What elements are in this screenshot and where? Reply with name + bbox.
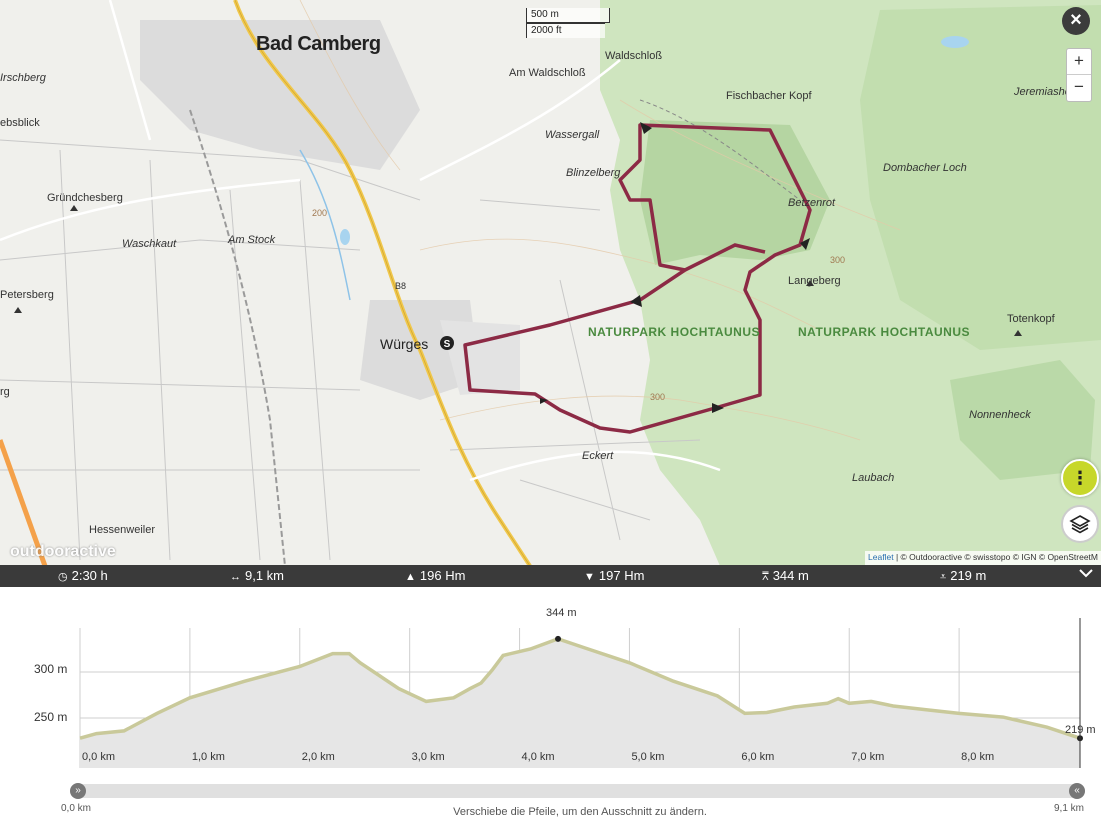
map-label: Dombacher Loch (883, 162, 967, 174)
stat-distance-value: 9,1 km (245, 568, 285, 583)
map-label: Fischbacher Kopf (726, 90, 812, 102)
stat-ascent-value: 196 Hm (419, 568, 466, 583)
map-label: Eckert (582, 450, 614, 462)
layers-icon (1069, 515, 1091, 534)
highest-point-icon: ⩞ (762, 571, 769, 583)
layers-button[interactable] (1061, 505, 1099, 543)
range-slider[interactable]: » « (70, 783, 1085, 799)
map-label: Waschkaut (122, 238, 177, 250)
clock-icon: ◷ (58, 571, 68, 583)
stat-lowest-value: 219 m (950, 568, 987, 583)
stat-ascent: ▲ 196 Hm (405, 568, 465, 583)
x-tick-label: 4,0 km (521, 751, 555, 763)
attribution-text: | © Outdooractive © swisstopo © IGN © Op… (893, 552, 1098, 562)
distance-icon: ↔ (230, 571, 241, 583)
map-label: Nonnenheck (969, 409, 1031, 421)
map-label: Petersberg (0, 289, 54, 301)
map-tiles: S (0, 0, 1101, 566)
map-label: Totenkopf (1007, 313, 1055, 325)
stat-lowest: ⩡ 219 m (940, 568, 986, 584)
range-start-handle[interactable]: » (70, 783, 86, 799)
zoom-out-button[interactable]: − (1067, 75, 1091, 101)
collapse-chevron-icon[interactable] (1078, 566, 1094, 582)
close-icon: × (1070, 9, 1082, 31)
x-tick-label: 7,0 km (851, 751, 885, 763)
map-view[interactable]: S Bad Camberg Würges Waldschloß Am Walds… (0, 0, 1101, 566)
end-elevation-label: 219 m (1065, 724, 1096, 736)
town-label-major: Bad Camberg (256, 33, 381, 55)
contour-label: 300 (650, 392, 666, 402)
map-label: Laubach (852, 472, 895, 484)
elevation-profile[interactable]: 300 m 250 m 344 m 219 m 0,0 km 1,0 km 2,0 … (0, 588, 1101, 828)
stat-highest: ⩞ 344 m (762, 568, 809, 584)
contour-label: 200 (312, 208, 328, 218)
map-label: Am Stock (228, 234, 276, 246)
stat-descent-value: 197 Hm (598, 568, 645, 583)
range-end-handle[interactable]: « (1069, 783, 1085, 799)
brand-watermark: outdooractive (10, 543, 116, 560)
x-tick-label: 5,0 km (631, 751, 665, 763)
start-marker-label: S (444, 339, 451, 350)
x-tick-label: 2,0 km (301, 751, 335, 763)
stat-duration: ◷ 2:30 h (58, 568, 108, 583)
map-label: Langeberg (788, 275, 841, 287)
descent-icon: ▼ (584, 571, 595, 583)
zoom-in-button[interactable]: + (1067, 49, 1091, 75)
x-tick-label: 1,0 km (191, 751, 225, 763)
close-button[interactable]: × (1062, 7, 1090, 35)
y-tick-label: 300 m (34, 662, 68, 676)
zoom-control: + − (1066, 48, 1092, 102)
tour-stats-bar: ◷ 2:30 h ↔ 9,1 km ▲ 196 Hm ▼ 197 Hm ⩞ 344 m ⩡… (0, 565, 1101, 587)
kebab-icon: ⋮ (1071, 468, 1089, 488)
scale-bar: 500 m 2000 ft (526, 8, 610, 38)
map-label: Gründchesberg (47, 192, 123, 204)
lowest-point-icon: ⩡ (940, 571, 947, 583)
peak-marker (555, 635, 562, 642)
x-tick-label: 8,0 km (961, 751, 995, 763)
town-label-minor: Würges (380, 336, 429, 352)
peak-label: 344 m (546, 607, 577, 619)
contour-label: 300 (830, 255, 846, 265)
slider-hint: Verschiebe die Pfeile, um den Ausschnitt… (453, 806, 707, 818)
stat-duration-value: 2:30 h (71, 568, 108, 583)
map-label: rg (0, 386, 10, 398)
stat-descent: ▼ 197 Hm (584, 568, 644, 583)
road-label: B8 (395, 281, 407, 291)
map-label: Waldschloß (605, 50, 663, 62)
map-label: Irschberg (0, 72, 46, 84)
y-tick-label: 250 m (34, 710, 68, 724)
map-label: Am Waldschloß (509, 67, 586, 79)
scale-metric: 500 m (526, 8, 610, 23)
naturpark-label: NATURPARK HOCHTAUNUS (588, 325, 760, 339)
map-label: Betzenrot (788, 197, 836, 209)
stat-highest-value: 344 m (772, 568, 809, 583)
x-tick-label: 3,0 km (411, 751, 445, 763)
naturpark-label: NATURPARK HOCHTAUNUS (798, 325, 970, 339)
leaflet-link[interactable]: Leaflet (868, 552, 894, 562)
x-tick-label: 0,0 km (82, 751, 116, 763)
map-label: Hessenweiler (89, 524, 156, 536)
map-label: Blinzelberg (566, 167, 621, 179)
more-menu-button[interactable]: ⋮ (1061, 459, 1099, 497)
map-label: Wassergall (545, 129, 600, 141)
x-tick-label: 6,0 km (741, 751, 775, 763)
scale-imperial: 2000 ft (526, 23, 605, 38)
map-label: ebsblick (0, 117, 40, 129)
elevation-area (80, 638, 1080, 768)
map-attribution: Leaflet | © Outdooractive © swisstopo © … (865, 551, 1101, 566)
ascent-icon: ▲ (405, 571, 416, 583)
stat-distance: ↔ 9,1 km (230, 568, 284, 583)
